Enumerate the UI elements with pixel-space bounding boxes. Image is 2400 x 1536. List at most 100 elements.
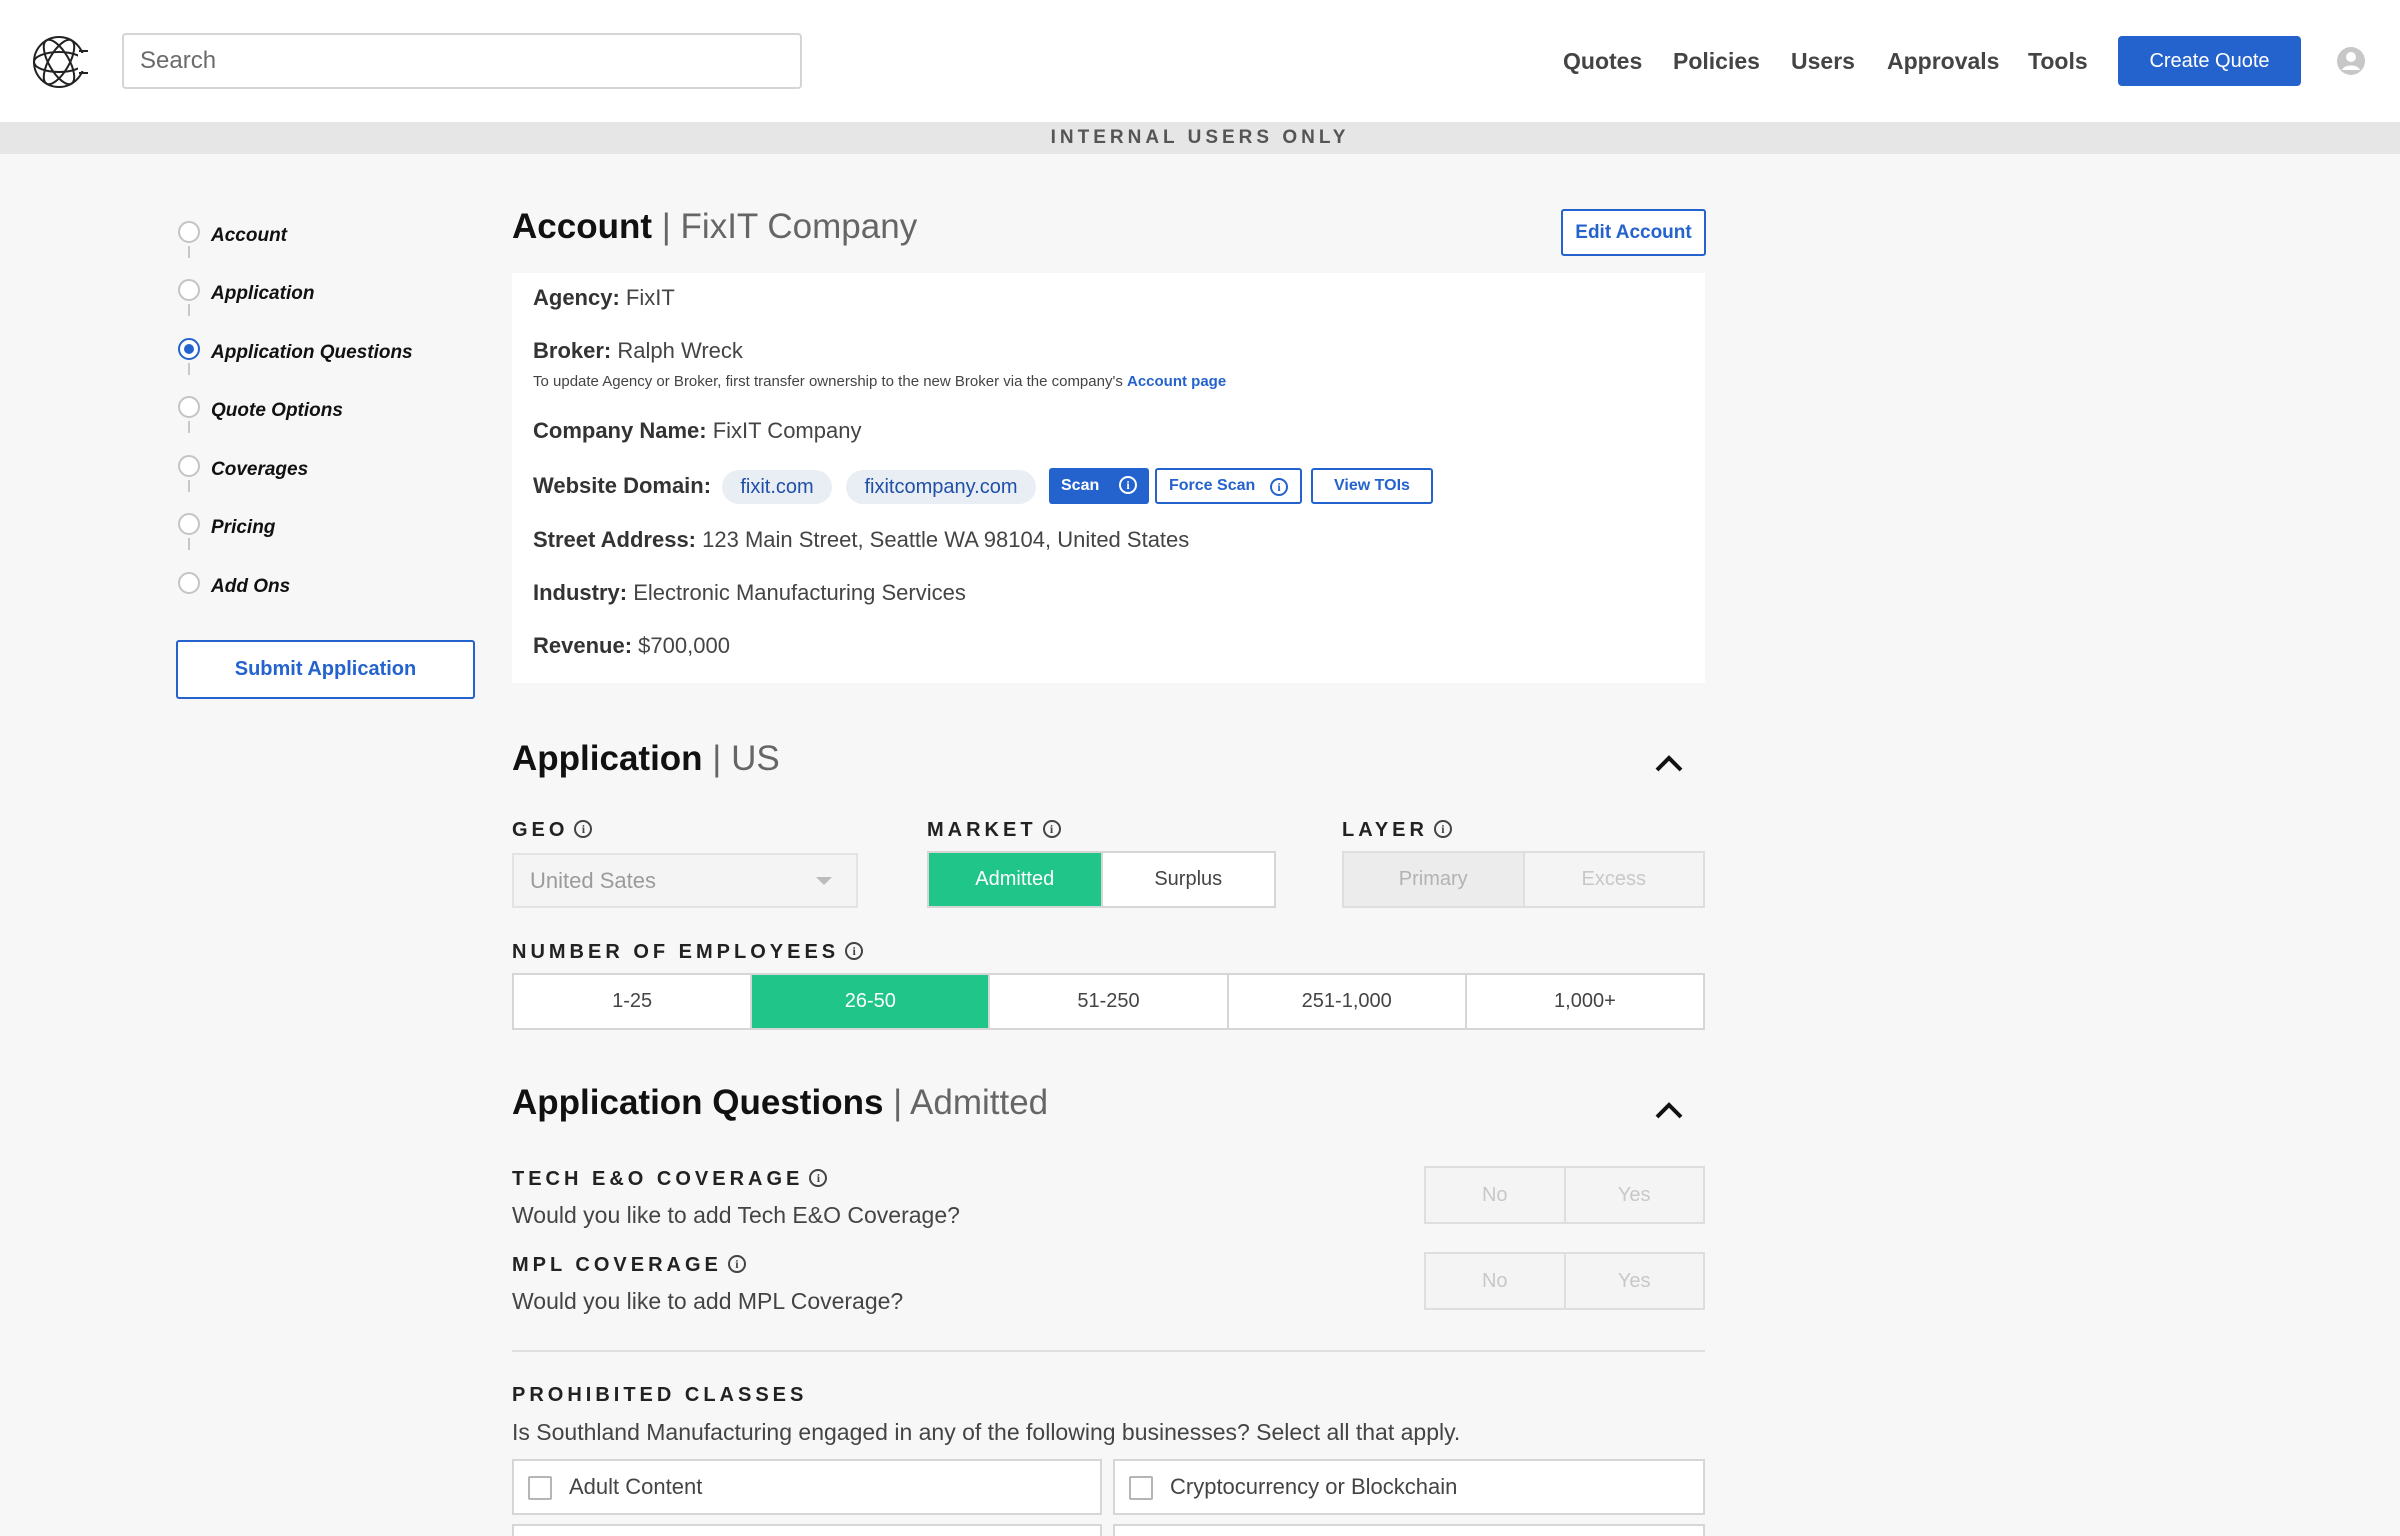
step-label: Add Ons [211, 576, 291, 597]
tech-eo-label-text: TECH E&O COVERAGE [512, 1168, 804, 1190]
step-radio-icon [178, 455, 200, 477]
account-details-card: Agency: FixIT Broker: Ralph Wreck To upd… [512, 273, 1705, 683]
market-option-surplus[interactable]: Surplus [1103, 853, 1275, 906]
questions-section-title: Application Questions | Admitted [512, 1083, 1048, 1123]
step-connector [188, 246, 190, 258]
employees-label-text: NUMBER OF EMPLOYEES [512, 941, 840, 963]
prohibited-option-adult-content[interactable]: Adult Content [512, 1459, 1102, 1515]
info-icon[interactable]: i [809, 1168, 828, 1187]
geo-select[interactable]: United Sates [512, 853, 858, 908]
step-connector [188, 363, 190, 375]
prohibited-option-next[interactable] [1113, 1524, 1705, 1536]
application-section-title: Application | US [512, 739, 780, 779]
nav-quotes[interactable]: Quotes [1563, 48, 1642, 75]
step-label: Quote Options [211, 400, 343, 421]
agency-label: Agency: [533, 285, 620, 310]
layer-option-primary[interactable]: Primary [1344, 853, 1525, 906]
logo-icon[interactable] [30, 33, 88, 91]
broker-row: Broker: Ralph Wreck [533, 338, 743, 364]
market-label: MARKET i [927, 819, 1061, 842]
info-icon[interactable]: i [1042, 819, 1061, 838]
section-title: Account [512, 207, 652, 246]
company-row: Company Name: FixIT Company [533, 418, 861, 444]
employees-option[interactable]: 51-250 [990, 975, 1229, 1028]
checkbox-icon[interactable] [1129, 1476, 1153, 1500]
section-subtitle: Admitted [910, 1083, 1049, 1122]
force-scan-button-label: Force Scan [1169, 477, 1256, 494]
info-icon[interactable]: i [845, 941, 864, 960]
broker-value: Ralph Wreck [617, 338, 743, 363]
revenue-label: Revenue: [533, 633, 633, 658]
step-radio-icon [178, 279, 200, 301]
step-connector [188, 421, 190, 433]
mpl-yes[interactable]: Yes [1566, 1254, 1704, 1308]
address-row: Street Address: 123 Main Street, Seattle… [533, 527, 1189, 553]
account-section-title: Account | FixIT Company [512, 207, 917, 247]
employees-label: NUMBER OF EMPLOYEES i [512, 941, 864, 964]
internal-users-banner: INTERNAL USERS ONLY [0, 122, 2400, 154]
step-label: Application [211, 283, 315, 304]
employees-option[interactable]: 26-50 [752, 975, 991, 1028]
scan-button-label: Scan [1061, 477, 1100, 494]
geo-label: GEO i [512, 819, 593, 842]
step-radio-icon [178, 396, 200, 418]
prohibited-option-next[interactable] [512, 1524, 1102, 1536]
agency-row: Agency: FixIT [533, 285, 675, 311]
website-row: Website Domain: [533, 473, 711, 499]
nav-users[interactable]: Users [1791, 48, 1855, 75]
domain-pill[interactable]: fixitcompany.com [846, 470, 1036, 504]
step-radio-icon [178, 513, 200, 535]
geo-label-text: GEO [512, 819, 569, 841]
info-icon[interactable]: i [1433, 819, 1452, 838]
broker-note-text: To update Agency or Broker, first transf… [533, 373, 1127, 390]
scan-button[interactable]: Scan i [1049, 468, 1149, 504]
checkbox-icon[interactable] [528, 1476, 552, 1500]
market-label-text: MARKET [927, 819, 1037, 841]
company-value: FixIT Company [712, 418, 862, 443]
nav-tools[interactable]: Tools [2028, 48, 2088, 75]
market-option-admitted[interactable]: Admitted [929, 853, 1103, 906]
layer-option-excess[interactable]: Excess [1525, 853, 1704, 906]
layer-toggle: Primary Excess [1342, 851, 1705, 908]
mpl-no[interactable]: No [1426, 1254, 1566, 1308]
employees-option[interactable]: 1,000+ [1467, 975, 1703, 1028]
geo-select-value: United Sates [530, 868, 656, 893]
chevron-up-icon[interactable] [1653, 753, 1685, 773]
info-icon[interactable]: i [727, 1254, 746, 1273]
force-scan-button[interactable]: Force Scan i [1155, 468, 1302, 504]
user-avatar-icon[interactable] [2336, 46, 2366, 76]
tech-eo-no[interactable]: No [1426, 1168, 1566, 1222]
prohibited-option-cryptocurrency[interactable]: Cryptocurrency or Blockchain [1113, 1459, 1705, 1515]
employees-option[interactable]: 1-25 [514, 975, 753, 1028]
section-subtitle: FixIT Company [680, 207, 918, 246]
market-toggle: Admitted Surplus [927, 851, 1276, 908]
section-title: Application Questions [512, 1083, 884, 1122]
mpl-label: MPL COVERAGE i [512, 1254, 746, 1277]
checkbox-label: Cryptocurrency or Blockchain [1170, 1474, 1458, 1499]
employees-option[interactable]: 251-1,000 [1229, 975, 1467, 1028]
step-connector [188, 480, 190, 492]
layer-label-text: LAYER [1342, 819, 1428, 841]
create-quote-button[interactable]: Create Quote [2118, 36, 2301, 86]
domain-pill[interactable]: fixit.com [722, 470, 832, 504]
layer-label: LAYER i [1342, 819, 1452, 842]
title-separator: | [883, 1083, 911, 1122]
search-input[interactable] [122, 33, 802, 89]
tech-eo-label: TECH E&O COVERAGE i [512, 1168, 828, 1191]
edit-account-button[interactable]: Edit Account [1561, 209, 1706, 256]
submit-application-button[interactable]: Submit Application [176, 640, 475, 699]
website-label: Website Domain: [533, 473, 712, 498]
view-tois-button[interactable]: View TOIs [1311, 468, 1433, 504]
revenue-row: Revenue: $700,000 [533, 633, 730, 659]
industry-value: Electronic Manufacturing Services [633, 580, 966, 605]
prohibited-classes-question: Is Southland Manufacturing engaged in an… [512, 1419, 1461, 1445]
chevron-up-icon[interactable] [1653, 1100, 1685, 1120]
nav-approvals[interactable]: Approvals [1887, 48, 1999, 75]
nav-policies[interactable]: Policies [1673, 48, 1760, 75]
top-navigation-bar: Quotes Policies Users Approvals Tools Cr… [0, 0, 2400, 122]
info-icon[interactable]: i [574, 819, 593, 838]
tech-eo-toggle: No Yes [1424, 1166, 1705, 1224]
account-page-link[interactable]: Account page [1127, 373, 1226, 390]
tech-eo-yes[interactable]: Yes [1566, 1168, 1704, 1222]
info-icon: i [1270, 478, 1288, 496]
